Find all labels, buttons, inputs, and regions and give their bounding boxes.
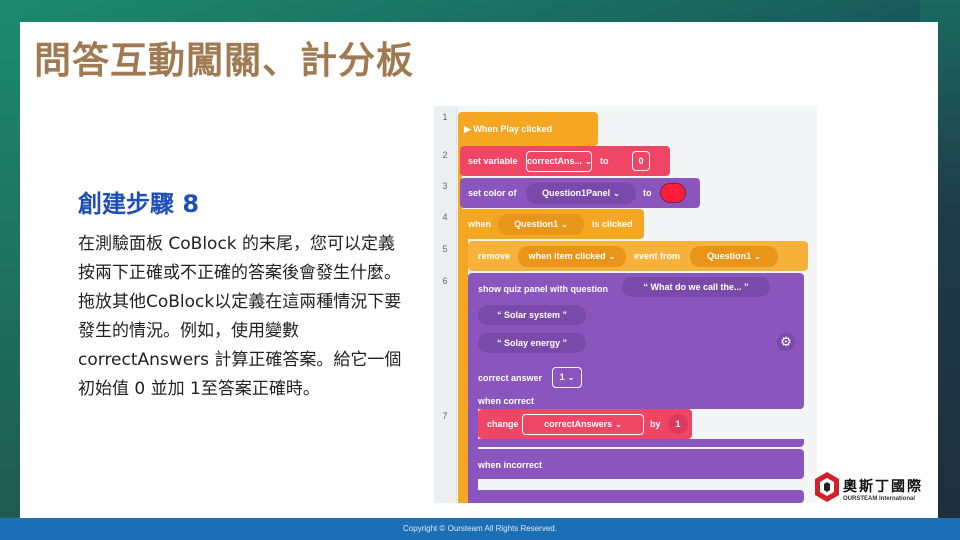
- block-label: change: [487, 419, 519, 429]
- play-triangle-icon: ▶: [464, 124, 474, 134]
- value-input[interactable]: 0: [632, 151, 650, 171]
- line-number-gutter: 1 2 3 4 5 6 7: [434, 106, 457, 503]
- answer-input[interactable]: “ Solar system ”: [478, 305, 586, 325]
- color-swatch[interactable]: [660, 183, 686, 203]
- by-value-input[interactable]: 1: [668, 414, 688, 434]
- chevron-down-icon: ⌄: [561, 220, 568, 229]
- show-quiz-panel-block[interactable]: show quiz panel with question “ What do …: [468, 273, 804, 409]
- copyright-footer: Copyright © Oursteam All Rights Reserved…: [0, 518, 960, 540]
- step-description: 在測驗面板 CoBlock 的末尾，您可以定義按兩下正確或不正確的答案後會發生什…: [78, 234, 402, 399]
- chevron-down-icon: ⌄: [608, 252, 616, 261]
- block-label: set color of: [468, 188, 517, 198]
- remove-event-block[interactable]: remove when item clicked ⌄ event from Que…: [468, 241, 808, 271]
- slide-title: 問答互動闖關、計分板: [34, 39, 414, 82]
- oursteam-logo-icon: [815, 472, 839, 502]
- block-label: when correct: [478, 396, 535, 406]
- block-label: When Play clicked: [473, 124, 552, 134]
- line-number: 1: [442, 112, 448, 122]
- block-label: remove: [478, 251, 511, 261]
- correct-answer-select[interactable]: 1 ⌄: [552, 367, 582, 388]
- block-label: by: [650, 419, 661, 429]
- line-number: 3: [442, 181, 448, 191]
- block-label: when: [468, 219, 492, 229]
- question-text-input[interactable]: “ What do we call the... ”: [622, 277, 770, 297]
- chevron-down-icon: ⌄: [613, 189, 620, 198]
- chevron-down-icon: ⌄: [567, 373, 575, 382]
- when-block-body: [458, 236, 468, 503]
- line-number: 2: [442, 150, 448, 160]
- set-color-block[interactable]: set color of Question1Panel ⌄ to: [460, 178, 700, 208]
- line-number: 4: [442, 212, 448, 222]
- chevron-down-icon: ⌄: [615, 420, 622, 429]
- target-select[interactable]: Question1Panel ⌄: [526, 183, 636, 204]
- when-incorrect-block[interactable]: when incorrect: [468, 449, 804, 479]
- block-label: set variable: [468, 156, 518, 166]
- block-label: is clicked: [592, 219, 633, 229]
- logo-chinese-text: 奧斯丁國際: [843, 479, 923, 495]
- event-source-select[interactable]: Question1 ⌄: [690, 246, 778, 267]
- chevron-down-icon: ⌄: [754, 252, 761, 261]
- block-label: when incorrect: [478, 460, 543, 470]
- block-label: event from: [634, 251, 681, 261]
- gear-icon[interactable]: ⚙: [777, 333, 795, 351]
- when-play-clicked-block[interactable]: ▶ When Play clicked: [458, 112, 598, 146]
- line-number: 5: [442, 244, 448, 254]
- block-label: to: [643, 188, 652, 198]
- when-target-select[interactable]: Question1 ⌄: [498, 214, 584, 235]
- block-label: correct answer: [478, 373, 543, 383]
- chevron-down-icon: ⌄: [585, 157, 592, 166]
- change-variable-block[interactable]: change correctAnswers ⌄ by 1: [478, 409, 692, 439]
- set-variable-block[interactable]: set variable correctAns... ⌄ to 0: [460, 146, 670, 176]
- answer-input[interactable]: “ Solay energy ”: [478, 333, 586, 353]
- coblocks-editor-screenshot: 1 2 3 4 5 6 7 ▶ When Play clicked set va…: [434, 106, 817, 503]
- event-select[interactable]: when item clicked ⌄: [518, 246, 626, 267]
- when-correct-end: [468, 439, 804, 447]
- change-variable-select[interactable]: correctAnswers ⌄: [522, 414, 644, 435]
- slide: 問答互動闖關、計分板 創建步驟 8 在測驗面板 CoBlock 的末尾，您可以定…: [20, 22, 938, 518]
- background-left: [0, 0, 20, 520]
- logo-english-text: OURSTEAM International: [843, 496, 916, 502]
- block-label: to: [600, 156, 609, 166]
- line-number: 7: [442, 411, 448, 421]
- quiz-panel-end: [468, 490, 804, 503]
- line-number: 6: [442, 276, 448, 286]
- company-logo: 奧斯丁國際 OURSTEAM International: [815, 470, 935, 510]
- variable-select[interactable]: correctAns... ⌄: [526, 151, 592, 172]
- block-label: show quiz panel with question: [478, 284, 608, 294]
- when-clicked-block[interactable]: when Question1 ⌄ is clicked: [458, 209, 644, 239]
- step-title: 創建步驟 8: [78, 190, 200, 218]
